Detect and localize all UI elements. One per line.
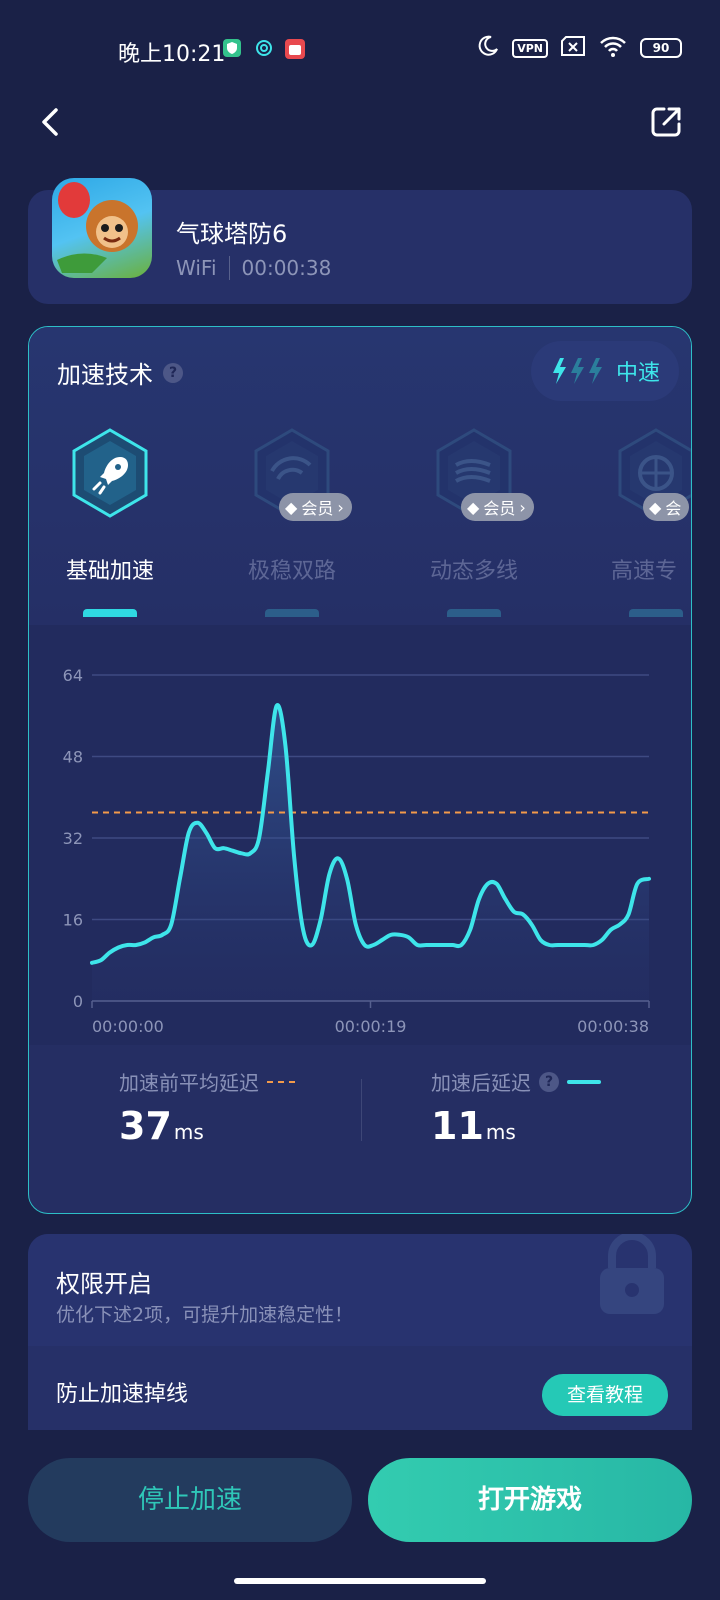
status-bar: 晚上10:21 VPN 90	[0, 0, 720, 100]
y-tick-label: 32	[63, 829, 83, 848]
help-icon[interactable]: ?	[539, 1071, 559, 1092]
status-time: 晚上10:21	[118, 42, 226, 67]
accel-tech-panel: 加速技术 ? 中速 基础加速 ◆ 会员 › 极稳双路 ◆ 会员 › 动态多线 ◆…	[29, 327, 691, 625]
game-card: 气球塔防6 WiFi 00:00:38	[28, 178, 692, 304]
before-number: 37	[119, 1104, 172, 1148]
tech-high-speed[interactable]: ◆ 会 高速专	[581, 427, 691, 617]
diamond-icon: ◆	[649, 497, 662, 517]
notification-app-icon	[284, 38, 306, 64]
view-tutorial-button[interactable]: 查看教程	[542, 1374, 668, 1416]
help-icon[interactable]: ?	[163, 362, 183, 383]
rocket-icon	[72, 428, 148, 518]
shield-app-icon	[222, 38, 242, 62]
game-name: 气球塔防6	[176, 220, 288, 248]
no-sim-icon	[560, 35, 586, 61]
chevron-right-icon: ›	[519, 497, 526, 517]
y-tick-label: 0	[73, 992, 83, 1011]
vip-label: 会员	[301, 499, 334, 518]
accel-title-text: 加速技术	[57, 361, 153, 389]
accel-title: 加速技术 ?	[57, 355, 183, 390]
stat-after-value: 11 ms	[431, 1104, 601, 1148]
y-tick-label: 16	[63, 911, 83, 930]
radar-app-icon	[254, 38, 274, 62]
latency-stats: 加速前平均延迟 37 ms 加速后延迟 ? 11 ms	[29, 1067, 691, 1177]
x-tick-label: 00:00:00	[92, 1017, 164, 1036]
moon-icon	[476, 34, 500, 62]
baseline-legend-icon	[267, 1080, 295, 1083]
y-tick-label: 64	[63, 666, 83, 685]
speed-level-pill[interactable]: 中速	[531, 341, 679, 401]
y-tick-label: 48	[63, 748, 83, 767]
vip-label: 会员	[483, 499, 516, 518]
stat-before: 加速前平均延迟 37 ms	[119, 1067, 295, 1148]
permissions-card: 权限开启 优化下述2项，可提升加速稳定性！ 防止加速掉线 查看教程	[28, 1234, 692, 1430]
after-unit: ms	[485, 1120, 516, 1144]
acceleration-card: 加速技术 ? 中速 基础加速 ◆ 会员 › 极稳双路 ◆ 会员 › 动态多线 ◆…	[28, 326, 692, 1214]
bottom-action-bar: 停止加速 打开游戏	[0, 1430, 720, 1600]
lock-icon	[600, 1234, 664, 1314]
game-app-icon	[52, 178, 152, 278]
tech-list: 基础加速 ◆ 会员 › 极稳双路 ◆ 会员 › 动态多线 ◆ 会 高速专	[29, 427, 691, 617]
stat-after-label: 加速后延迟 ?	[431, 1067, 601, 1096]
battery-icon: 90	[640, 38, 682, 58]
meta-divider	[228, 256, 230, 280]
permission-item-label: 防止加速掉线	[56, 1382, 189, 1407]
stat-before-label: 加速前平均延迟	[119, 1067, 295, 1096]
latency-area	[92, 705, 649, 1001]
tech-label: 高速专	[611, 559, 678, 584]
tech-basic[interactable]: 基础加速	[35, 427, 185, 617]
tech-indicator	[629, 609, 683, 617]
permissions-header: 权限开启 优化下述2项，可提升加速稳定性！	[28, 1234, 692, 1346]
share-button[interactable]	[648, 104, 684, 140]
stats-divider	[361, 1079, 362, 1141]
series-legend-icon	[567, 1079, 601, 1084]
tech-label: 动态多线	[429, 559, 518, 584]
tech-label: 基础加速	[65, 559, 154, 584]
stop-acceleration-button[interactable]: 停止加速	[28, 1458, 352, 1542]
diamond-icon: ◆	[285, 497, 298, 517]
tech-indicator	[83, 609, 137, 617]
tech-dual-route[interactable]: ◆ 会员 › 极稳双路	[217, 427, 367, 617]
wifi-icon	[598, 34, 628, 62]
home-indicator[interactable]	[234, 1578, 486, 1584]
after-number: 11	[431, 1104, 484, 1148]
before-unit: ms	[173, 1120, 204, 1144]
stat-before-text: 加速前平均延迟	[119, 1071, 259, 1095]
vip-badge: ◆ 会	[643, 493, 690, 521]
chevron-left-icon	[42, 108, 58, 136]
permissions-title: 权限开启	[56, 1270, 152, 1298]
vip-badge: ◆ 会员 ›	[461, 493, 534, 521]
tech-multi-line[interactable]: ◆ 会员 › 动态多线	[399, 427, 549, 617]
back-button[interactable]	[34, 104, 70, 140]
latency-chart-svg: 0 16 32 48 64 00:00:00 00:00:19 00:00:38	[63, 666, 651, 1036]
open-game-button[interactable]: 打开游戏	[368, 1458, 692, 1542]
speed-level-label: 中速	[615, 361, 660, 386]
share-icon	[651, 107, 681, 137]
latency-chart: 0 16 32 48 64 00:00:00 00:00:19 00:00:38	[29, 625, 691, 1045]
chevron-right-icon: ›	[337, 497, 344, 517]
x-tick-label: 00:00:38	[577, 1017, 649, 1036]
stat-after-text: 加速后延迟	[431, 1071, 531, 1095]
x-tick-label: 00:00:19	[335, 1017, 407, 1036]
network-type: WiFi	[176, 256, 217, 280]
stat-before-value: 37 ms	[119, 1104, 295, 1148]
vpn-icon: VPN	[512, 38, 548, 58]
accel-duration: 00:00:38	[241, 256, 332, 280]
tech-indicator	[265, 609, 319, 617]
diamond-icon: ◆	[467, 497, 480, 517]
tech-label: 极稳双路	[247, 559, 336, 584]
lightning-icon	[552, 358, 602, 384]
vip-badge: ◆ 会员 ›	[279, 493, 352, 521]
game-meta: WiFi 00:00:38	[176, 256, 331, 280]
tech-indicator	[447, 609, 501, 617]
permissions-subtitle: 优化下述2项，可提升加速稳定性！	[56, 1304, 354, 1326]
vip-label: 会	[665, 499, 682, 518]
stat-after: 加速后延迟 ? 11 ms	[431, 1067, 601, 1148]
